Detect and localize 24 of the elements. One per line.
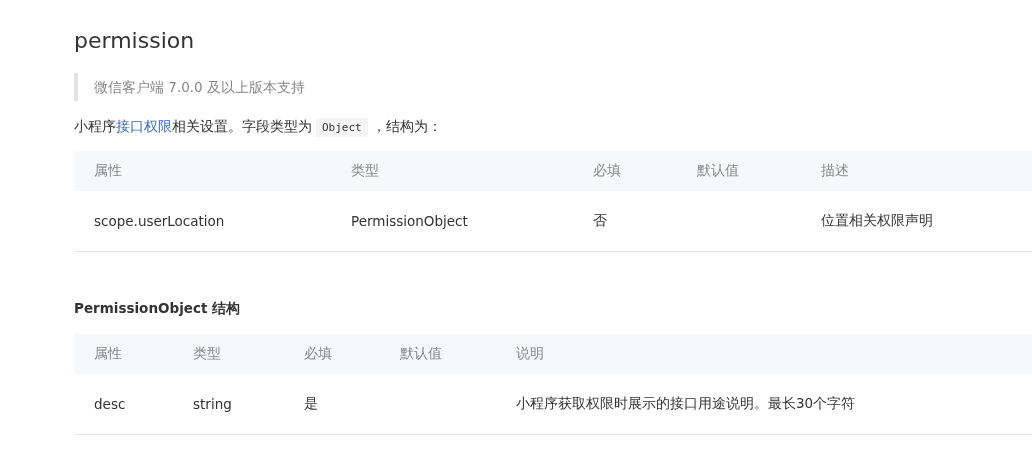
- column-header: 默认值: [399, 345, 443, 363]
- column-header: 默认值: [696, 162, 740, 180]
- table-cell-text: 否: [592, 212, 608, 230]
- column-header: 属性: [93, 162, 123, 180]
- section-heading: PermissionObject 结构: [74, 300, 242, 318]
- table-cell-text: desc: [93, 396, 127, 412]
- table-cell-text: PermissionObject: [350, 213, 469, 229]
- code-snippet: Object: [316, 118, 368, 137]
- table-cell-text: 位置相关权限声明: [820, 212, 934, 230]
- page-title: permission: [74, 28, 196, 53]
- column-header: 属性: [93, 345, 123, 363]
- note-text: 微信客户端 7.0.0 及以上版本支持: [94, 79, 305, 95]
- column-header: 必填: [303, 345, 333, 363]
- column-header: 类型: [350, 162, 380, 180]
- column-header: 类型: [192, 345, 222, 363]
- api-permission-link[interactable]: 接口权限: [116, 118, 172, 134]
- column-header: 描述: [820, 162, 850, 180]
- table-cell-text: string: [192, 396, 233, 412]
- column-header: 必填: [592, 162, 622, 180]
- table-cell-text: 是: [303, 395, 319, 413]
- column-header: 说明: [515, 345, 545, 363]
- table-cell-text: scope.userLocation: [93, 213, 226, 229]
- intro-text: 小程序接口权限相关设置。字段类型为 Object ，结构为：: [74, 115, 1032, 139]
- table-cell-text: 小程序获取权限时展示的接口用途说明。最长30个字符: [515, 395, 857, 413]
